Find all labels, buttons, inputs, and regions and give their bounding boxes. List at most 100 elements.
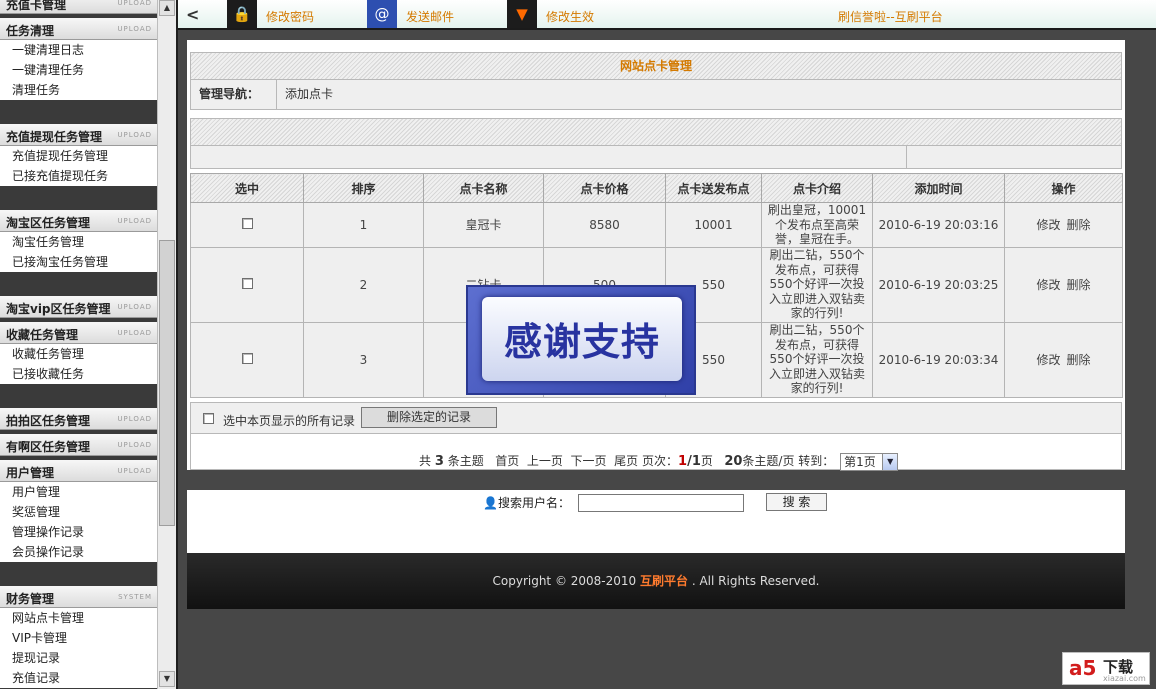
- top-toolbar: < 🔒 修改密码 @ 发送邮件 ▼ 修改生效 刷信誉啦--互刷平台: [178, 0, 1156, 30]
- description-cell: 刷出二钻，550个发布点，可获得550个好评一次投入立即进入双钻卖家的行列!: [761, 246, 873, 323]
- add-card-link[interactable]: 添加点卡: [285, 80, 333, 108]
- row-select-cell: [190, 321, 304, 398]
- sidebar-item[interactable]: 已接充值提现任务: [0, 166, 157, 186]
- sidebar-section-header[interactable]: 拍拍区任务管理 UPLOAD: [0, 408, 157, 430]
- sidebar-section-title: 用户管理: [6, 466, 55, 480]
- search-username-input[interactable]: [578, 494, 744, 512]
- sidebar-section-items: 用户管理 奖惩管理 管理操作记录 会员操作记录: [0, 482, 157, 562]
- sidebar-item[interactable]: 用户管理: [0, 482, 157, 502]
- section-header: [190, 118, 1122, 146]
- order-cell: 2: [303, 246, 424, 323]
- sidebar-scrollbar[interactable]: ▲ ▼: [157, 0, 176, 689]
- breadcrumb: 管理导航： 添加点卡: [190, 80, 1122, 110]
- scroll-up-button[interactable]: ▲: [159, 0, 175, 16]
- sidebar-section-header[interactable]: 有啊区任务管理 UPLOAD: [0, 434, 157, 456]
- sidebar-item[interactable]: 一键清理任务: [0, 60, 157, 80]
- sidebar-section-title: 淘宝vip区任务管理: [6, 302, 111, 316]
- sidebar-item[interactable]: 已接淘宝任务管理: [0, 252, 157, 272]
- apply-changes-link[interactable]: 修改生效: [546, 8, 594, 25]
- sidebar-section-tag: UPLOAD: [117, 131, 152, 139]
- delete-link[interactable]: 删除: [1067, 278, 1091, 292]
- sidebar-item[interactable]: 管理操作记录: [0, 522, 157, 542]
- sidebar-item[interactable]: 会员操作记录: [0, 542, 157, 562]
- edit-link[interactable]: 修改: [1036, 218, 1060, 232]
- footer-brand: 互刷平台: [640, 574, 689, 588]
- last-page-link[interactable]: 尾页: [614, 454, 638, 468]
- delete-selected-button[interactable]: 删除选定的记录: [361, 407, 497, 428]
- back-arrow-icon[interactable]: <: [186, 5, 199, 24]
- added-time-cell: 2010-6-19 20:03:16: [872, 202, 1005, 248]
- description-cell: 刷出二钻，550个发布点，可获得550个好评一次投入立即进入双钻卖家的行列!: [761, 321, 873, 398]
- column-header: 排序: [303, 173, 424, 203]
- search-button[interactable]: 搜 索: [766, 493, 827, 511]
- column-header: 选中: [190, 173, 304, 203]
- site-title: 刷信誉啦--互刷平台: [838, 10, 943, 24]
- table-header: 选中 排序 点卡名称 点卡价格 点卡送发布点 点卡介绍 添加时间 操作: [190, 173, 1123, 203]
- sidebar-item[interactable]: 淘宝任务管理: [0, 232, 157, 252]
- row-checkbox[interactable]: [241, 277, 253, 289]
- current-page: 1: [678, 454, 688, 469]
- sidebar-section-header[interactable]: 充值卡管理 UPLOAD: [0, 0, 157, 14]
- sidebar-section-header[interactable]: 收藏任务管理 UPLOAD: [0, 322, 157, 344]
- edit-link[interactable]: 修改: [1036, 278, 1060, 292]
- first-page-link[interactable]: 首页: [495, 454, 519, 468]
- sidebar-section-tag: UPLOAD: [117, 303, 152, 311]
- sidebar-item[interactable]: 充值记录: [0, 668, 157, 688]
- scroll-thumb[interactable]: [159, 240, 175, 526]
- added-time-cell: 2010-6-19 20:03:34: [872, 321, 1005, 398]
- lock-icon[interactable]: 🔒: [227, 0, 257, 28]
- order-cell: 3: [303, 321, 424, 398]
- sidebar-section-items: 充值提现任务管理 已接充值提现任务: [0, 146, 157, 186]
- mail-icon[interactable]: @: [367, 0, 397, 28]
- next-page-link[interactable]: 下一页: [571, 454, 607, 468]
- row-checkbox[interactable]: [241, 352, 253, 364]
- sidebar-item[interactable]: 提现记录: [0, 648, 157, 668]
- sidebar-section-header[interactable]: 充值提现任务管理 UPLOAD: [0, 124, 157, 146]
- sidebar-section-title: 财务管理: [6, 592, 55, 606]
- thanks-watermark: 感谢支持: [466, 285, 696, 395]
- send-mail-link[interactable]: 发送邮件: [406, 8, 454, 25]
- sidebar-section-header[interactable]: 淘宝vip区任务管理 UPLOAD: [0, 296, 157, 318]
- row-checkbox[interactable]: [241, 217, 253, 229]
- blank-row: [190, 146, 1122, 169]
- row-select-cell: [190, 246, 304, 323]
- sidebar-section-title: 任务清理: [6, 24, 55, 38]
- order-cell: 1: [303, 202, 424, 248]
- sidebar-item[interactable]: 一键清理日志: [0, 40, 157, 60]
- chevron-down-icon[interactable]: ▼: [882, 453, 898, 470]
- prev-page-link[interactable]: 上一页: [527, 454, 563, 468]
- select-all-label: 选中本页显示的所有记录: [223, 414, 356, 428]
- sidebar-item[interactable]: VIP卡管理: [0, 628, 157, 648]
- edit-link[interactable]: 修改: [1036, 353, 1060, 367]
- sidebar-section-header[interactable]: 用户管理 UPLOAD: [0, 460, 157, 482]
- sidebar-item[interactable]: 充值提现任务管理: [0, 146, 157, 166]
- select-all-row: 选中本页显示的所有记录 删除选定的记录: [190, 402, 1122, 434]
- pagination: 共 3 条主题 首页 上一页 下一页 尾页 页次：1/1页 20条主题/页 转到…: [190, 434, 1122, 471]
- select-all-checkbox[interactable]: [203, 413, 214, 424]
- change-password-link[interactable]: 修改密码: [266, 8, 314, 25]
- sidebar-section-items: 网站点卡管理 VIP卡管理 提现记录 充值记录: [0, 608, 157, 688]
- pagination-text: 共 3 条主题 首页 上一页 下一页 尾页 页次：1/1页 20条主题/页 转到…: [419, 452, 899, 471]
- sidebar-section-header[interactable]: 财务管理 SYSTEM: [0, 586, 157, 608]
- sidebar-section-header[interactable]: 淘宝区任务管理 UPLOAD: [0, 210, 157, 232]
- sidebar-section-title: 淘宝区任务管理: [6, 216, 91, 230]
- sidebar-item[interactable]: 奖惩管理: [0, 502, 157, 522]
- sidebar-item[interactable]: 清理任务: [0, 80, 157, 100]
- total-count: 3: [434, 454, 444, 469]
- refresh-icon[interactable]: ▼: [507, 0, 537, 28]
- sidebar-item[interactable]: 已接收藏任务: [0, 364, 157, 384]
- sidebar-section-title: 充值提现任务管理: [6, 130, 103, 144]
- sidebar-section-header[interactable]: 任务清理 UPLOAD: [0, 18, 157, 40]
- sidebar-section-title: 有啊区任务管理: [6, 440, 91, 454]
- page-select[interactable]: 第1页 ▼: [840, 452, 899, 471]
- delete-link[interactable]: 删除: [1067, 353, 1091, 367]
- sidebar-section-title: 充值卡管理: [6, 0, 67, 12]
- corner-logo: a5 下载 xiazai.com: [1062, 652, 1150, 685]
- delete-link[interactable]: 删除: [1067, 218, 1091, 232]
- search-panel: 👤搜索用户名： 搜 索: [187, 490, 1125, 553]
- scroll-down-button[interactable]: ▼: [159, 671, 175, 687]
- description-cell: 刷出皇冠，10001个发布点至高荣誉，皇冠在手。: [761, 202, 873, 248]
- column-header: 点卡介绍: [761, 173, 873, 203]
- sidebar-item[interactable]: 收藏任务管理: [0, 344, 157, 364]
- sidebar-item[interactable]: 网站点卡管理: [0, 608, 157, 628]
